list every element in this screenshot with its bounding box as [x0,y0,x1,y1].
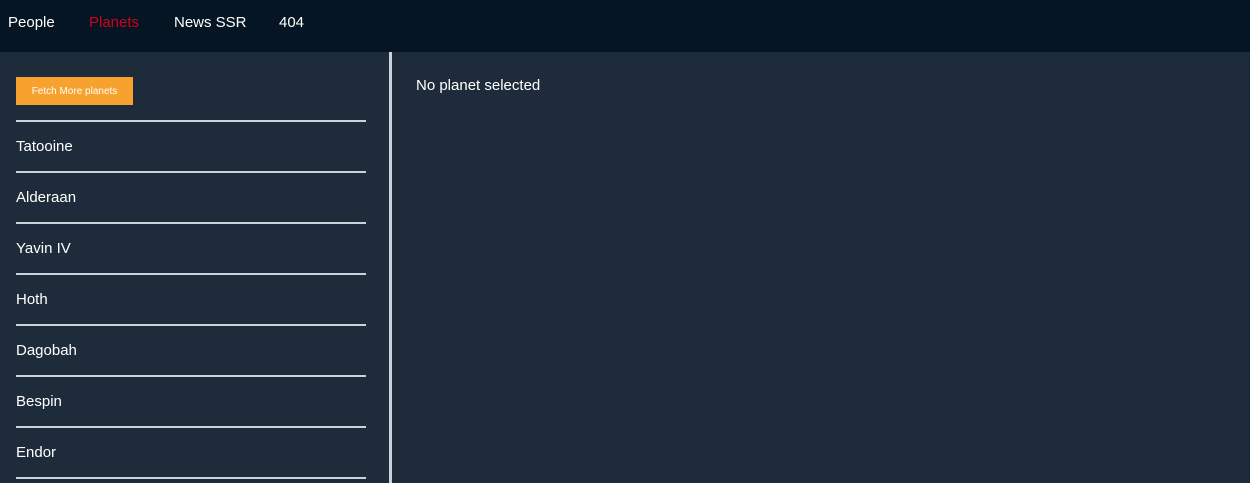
nav-link-404[interactable]: 404 [279,14,304,31]
planet-item-endor[interactable]: Endor [16,428,366,479]
planet-item-alderaan[interactable]: Alderaan [16,173,366,224]
planet-item-yavin-iv[interactable]: Yavin IV [16,224,366,275]
planet-name: Tatooine [16,138,73,155]
nav-link-people[interactable]: People [8,14,55,31]
planet-item-hoth[interactable]: Hoth [16,275,366,326]
planet-item-tatooine[interactable]: Tatooine [16,122,366,173]
planet-name: Endor [16,444,57,461]
top-navigation: People Planets News SSR 404 [0,0,1250,52]
planet-name: Dagobah [16,342,77,359]
planet-detail-panel: No planet selected [392,52,1250,483]
empty-state-message: No planet selected [416,77,541,94]
planet-name: Hoth [16,291,48,308]
nav-link-planets[interactable]: Planets [89,14,139,31]
fetch-more-planets-button[interactable]: Fetch More planets [16,77,133,105]
nav-link-news-ssr[interactable]: News SSR [174,14,247,31]
planet-name: Yavin IV [16,240,71,257]
planet-item-dagobah[interactable]: Dagobah [16,326,366,377]
planet-list: Tatooine Alderaan Yavin IV Hoth Dagobah … [16,122,366,479]
planet-name: Alderaan [16,189,77,206]
planet-sidebar: Fetch More planets Tatooine Alderaan Yav… [0,52,389,483]
planet-item-bespin[interactable]: Bespin [16,377,366,428]
planet-name: Bespin [16,393,62,410]
